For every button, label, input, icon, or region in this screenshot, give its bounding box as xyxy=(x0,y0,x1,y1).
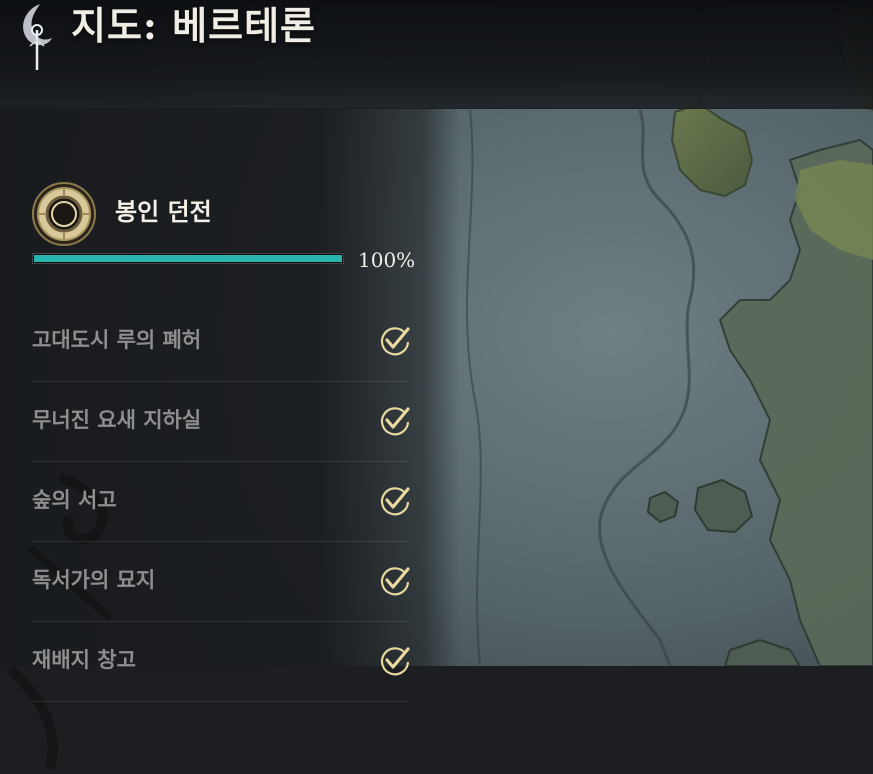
list-item[interactable]: 고대도시 루의 폐허 xyxy=(32,302,410,382)
list-item[interactable]: 재배지 창고 xyxy=(32,622,410,702)
map-header: 지도: 베르테론 xyxy=(0,0,873,109)
check-icon xyxy=(378,564,412,598)
progress-bar-fill xyxy=(34,255,342,262)
check-icon xyxy=(378,324,412,358)
dungeon-name: 재배지 창고 xyxy=(32,648,136,672)
dungeon-name: 고대도시 루의 폐허 xyxy=(32,328,202,352)
list-item[interactable]: 무너진 요새 지하실 xyxy=(32,382,410,462)
sealed-ring-icon xyxy=(31,181,97,247)
check-icon xyxy=(378,484,412,518)
list-item[interactable]: 독서가의 묘지 xyxy=(32,542,410,622)
dungeon-list: 고대도시 루의 폐허 무너진 요새 지하실 숲의 서고 독서가의 묘지 재배지 … xyxy=(32,302,410,702)
dungeon-name: 독서가의 묘지 xyxy=(32,568,156,592)
list-item[interactable]: 숲의 서고 xyxy=(32,462,410,542)
crescent-emblem-icon xyxy=(10,0,62,72)
check-icon xyxy=(378,644,412,678)
progress-bar xyxy=(32,253,344,264)
category-title: 봉인 던전 xyxy=(115,197,212,226)
progress-label: 100% xyxy=(358,248,416,272)
dungeon-name: 숲의 서고 xyxy=(32,488,117,512)
check-icon xyxy=(378,404,412,438)
dungeon-name: 무너진 요새 지하실 xyxy=(32,408,202,432)
page-title: 지도: 베르테론 xyxy=(71,3,317,48)
